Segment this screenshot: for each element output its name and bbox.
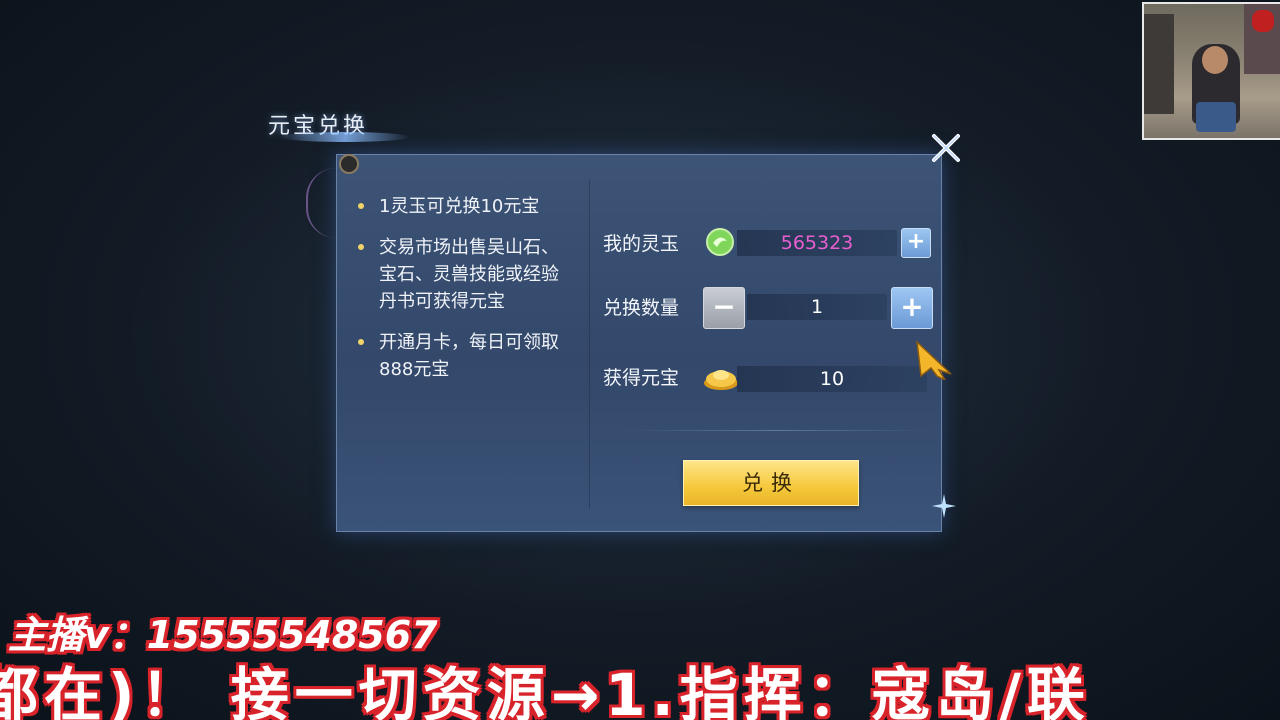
scroll-knob-decoration [339,154,359,174]
quantity-label: 兑换数量 [603,297,680,319]
sparkle-icon [932,494,956,518]
bullet-dot [358,339,364,345]
info-item: 1灵玉可兑换10元宝 [355,193,570,220]
game-screen: 元宝兑换 1灵玉可兑换10元宝 交易市场出售吴山石、宝石、灵兽技能或经验丹书可获… [0,0,1280,720]
webcam-red-bag [1252,10,1274,32]
scrolling-ticker: 都在)！ 接一切资源→1.指挥：寇岛/联 [0,661,1091,720]
decrease-quantity-button[interactable]: − [703,287,745,329]
exchange-panel: 1灵玉可兑换10元宝 交易市场出售吴山石、宝石、灵兽技能或经验丹书可获得元宝 开… [336,154,942,532]
cursor-icon [916,340,952,380]
webcam-overlay [1142,2,1280,140]
info-list: 1灵玉可兑换10元宝 交易市场出售吴山石、宝石、灵兽技能或经验丹书可获得元宝 开… [355,193,570,397]
info-item: 交易市场出售吴山石、宝石、灵兽技能或经验丹书可获得元宝 [355,234,570,315]
my-jade-value: 565323 [737,230,897,256]
panel-separator [627,430,927,431]
info-text: 1灵玉可兑换10元宝 [379,196,540,217]
webcam-person-head [1202,46,1228,74]
bullet-dot [358,244,364,250]
increase-quantity-button[interactable]: + [891,287,933,329]
obtain-value: 10 [737,366,927,392]
jade-icon [706,228,734,256]
bullet-dot [358,203,364,209]
quantity-field[interactable]: 1 [747,294,887,320]
close-icon[interactable] [928,130,964,166]
gold-ingot-icon [704,370,738,390]
panel-divider [589,179,590,509]
info-item: 开通月卡，每日可领取888元宝 [355,329,570,383]
title-swoosh-decoration [280,132,410,142]
webcam-bystander [1144,14,1174,114]
info-text: 交易市场出售吴山石、宝石、灵兽技能或经验丹书可获得元宝 [379,237,559,312]
my-jade-label: 我的灵玉 [603,233,680,255]
add-jade-button[interactable]: + [901,228,931,258]
exchange-button[interactable]: 兑换 [683,460,859,506]
webcam-person-legs [1196,102,1236,132]
obtain-label: 获得元宝 [603,367,680,389]
info-text: 开通月卡，每日可领取888元宝 [379,332,559,380]
